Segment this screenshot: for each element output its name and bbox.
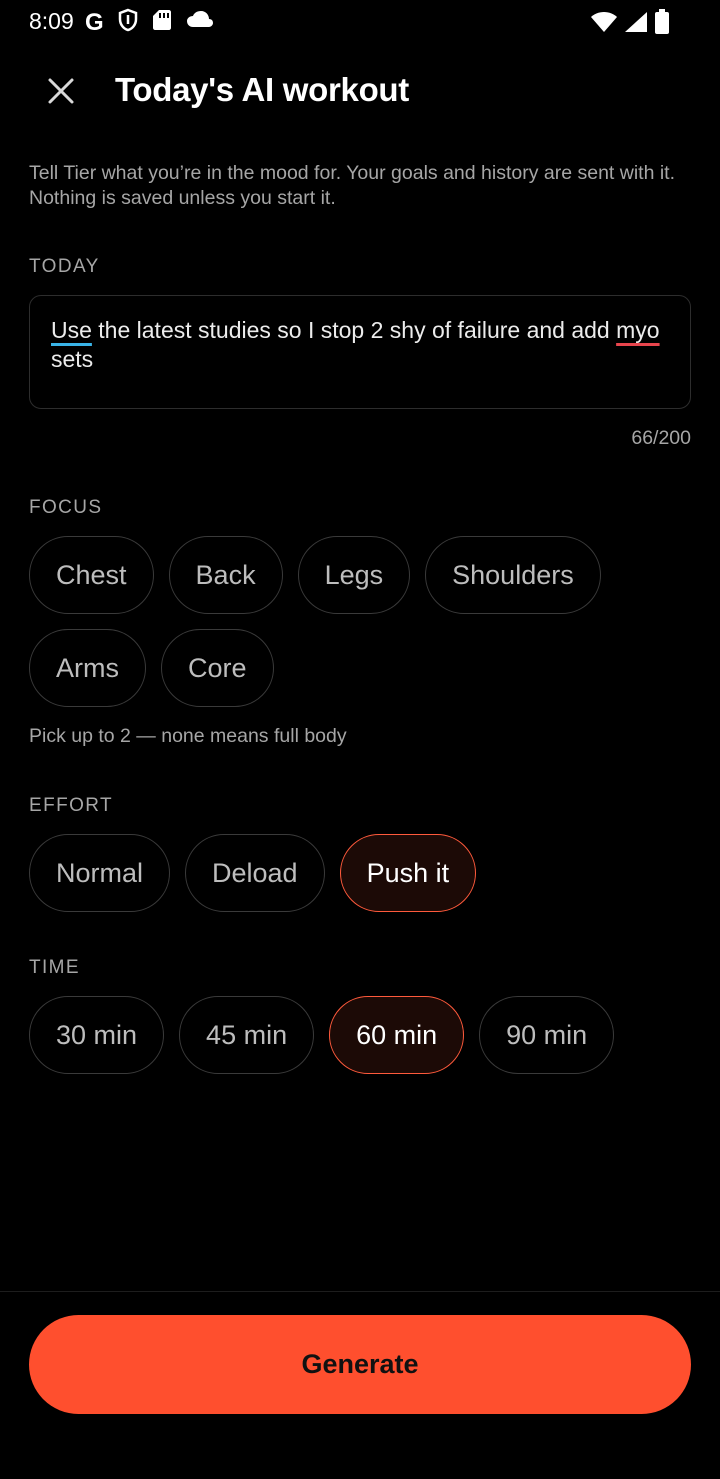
header: Today's AI workout <box>0 60 720 122</box>
status-time: 8:09 <box>29 8 74 34</box>
effort-chip-push-it[interactable]: Push it <box>339 834 477 912</box>
effort-label: EFFORT <box>29 795 114 816</box>
status-bar: 8:09 G <box>0 0 720 44</box>
focus-chip-chest[interactable]: Chest <box>29 536 154 614</box>
footer-divider <box>0 1291 720 1292</box>
prompt-text-segment: sets <box>51 346 94 372</box>
focus-chip-back[interactable]: Back <box>168 536 283 614</box>
status-left-icons: G <box>85 8 214 37</box>
time-label: TIME <box>29 957 80 978</box>
today-label: TODAY <box>29 256 100 277</box>
time-chip-90[interactable]: 90 min <box>479 996 615 1074</box>
time-chip-60[interactable]: 60 min <box>329 996 465 1074</box>
generate-button[interactable]: Generate <box>29 1315 691 1414</box>
signal-icon <box>624 11 648 38</box>
focus-chip-shoulders[interactable]: Shoulders <box>425 536 601 614</box>
wifi-icon <box>590 11 618 38</box>
description-text: Tell Tier what you’re in the mood for. Y… <box>29 162 676 209</box>
page-title: Today's AI workout <box>115 71 409 108</box>
status-right-icons <box>590 9 670 40</box>
close-icon <box>48 78 74 104</box>
cloud-icon <box>186 10 214 35</box>
effort-chip-deload[interactable]: Deload <box>185 834 325 912</box>
focus-label: FOCUS <box>29 497 103 518</box>
prompt-input[interactable]: Use the latest studies so I stop 2 shy o… <box>29 295 691 409</box>
focus-helper-text: Pick up to 2 — none means full body <box>29 725 347 747</box>
focus-chip-legs[interactable]: Legs <box>297 536 411 614</box>
close-button[interactable] <box>36 66 86 116</box>
google-icon: G <box>85 8 104 36</box>
effort-chip-row: Normal Deload Push it <box>29 834 477 912</box>
prompt-text-segment: myo <box>616 317 660 343</box>
focus-chip-row: Arms Core <box>29 629 274 707</box>
battery-icon <box>654 9 670 40</box>
prompt-text-segment: Use <box>51 317 92 343</box>
prompt-text-segment: the latest studies so I stop 2 shy of fa… <box>91 317 617 343</box>
time-chip-row: 30 min 45 min 60 min 90 min <box>29 996 615 1074</box>
focus-chip-core[interactable]: Core <box>161 629 274 707</box>
time-chip-30[interactable]: 30 min <box>29 996 165 1074</box>
ai-workout-screen: 8:09 G Today's AI workout Tell Tier what… <box>0 0 720 1479</box>
shield-icon <box>118 8 138 37</box>
focus-chip-row: Chest Back Legs Shoulders <box>29 536 601 614</box>
sd-card-icon <box>152 8 172 37</box>
effort-chip-normal[interactable]: Normal <box>29 834 171 912</box>
char-counter: 66/200 <box>631 427 691 449</box>
time-chip-45[interactable]: 45 min <box>179 996 315 1074</box>
focus-chip-arms[interactable]: Arms <box>29 629 146 707</box>
